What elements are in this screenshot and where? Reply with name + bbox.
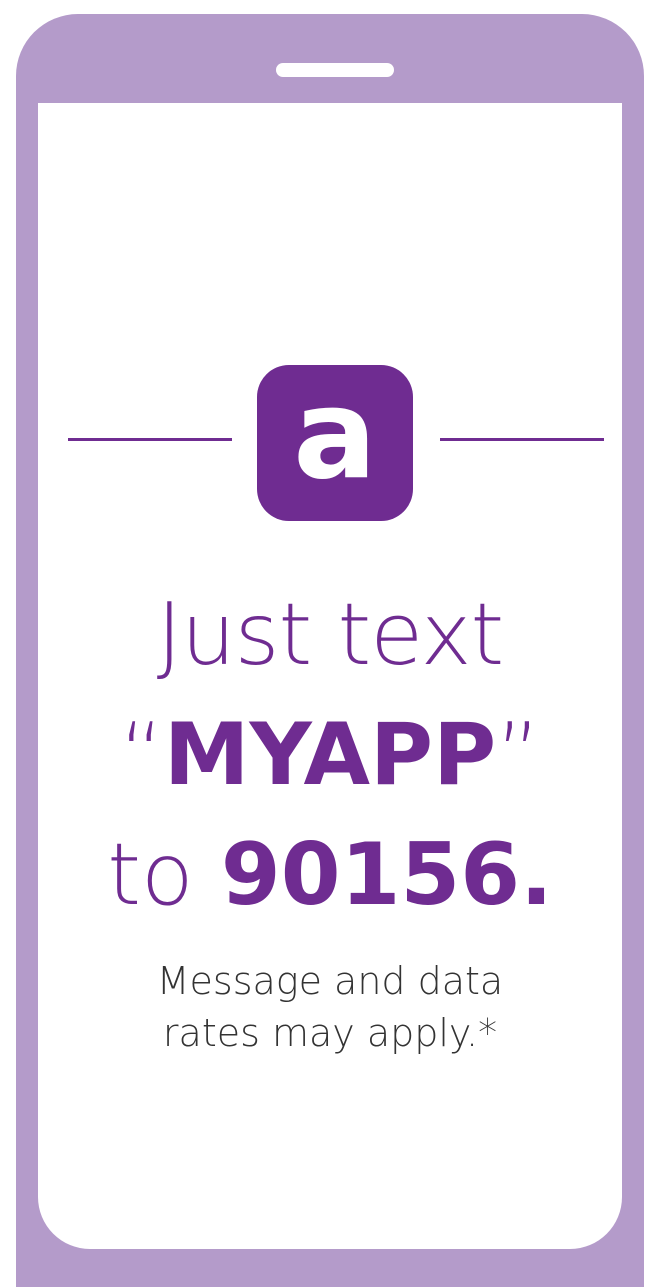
disclaimer-line-1: Message and data (156, 959, 504, 1003)
to-prefix: to (107, 825, 221, 925)
shortcode-number: 90156 (220, 825, 521, 925)
close-quote: ” (496, 705, 541, 805)
disclaimer-line-2: rates may apply.* (162, 1011, 498, 1055)
divider-line-left (68, 438, 232, 441)
headline-line-1: Just text (156, 585, 504, 685)
headline-period: . (520, 825, 553, 925)
phone-speaker-slot (276, 63, 394, 77)
divider-line-right (440, 438, 604, 441)
app-a-logo-icon: a (257, 365, 413, 521)
logo-letter: a (293, 363, 377, 507)
keyword-myapp: MYAPP (163, 705, 497, 805)
headline-line-2: “MYAPP” (0, 712, 660, 798)
open-quote: “ (119, 705, 164, 805)
headline-line-3: to 90156. (0, 832, 660, 918)
